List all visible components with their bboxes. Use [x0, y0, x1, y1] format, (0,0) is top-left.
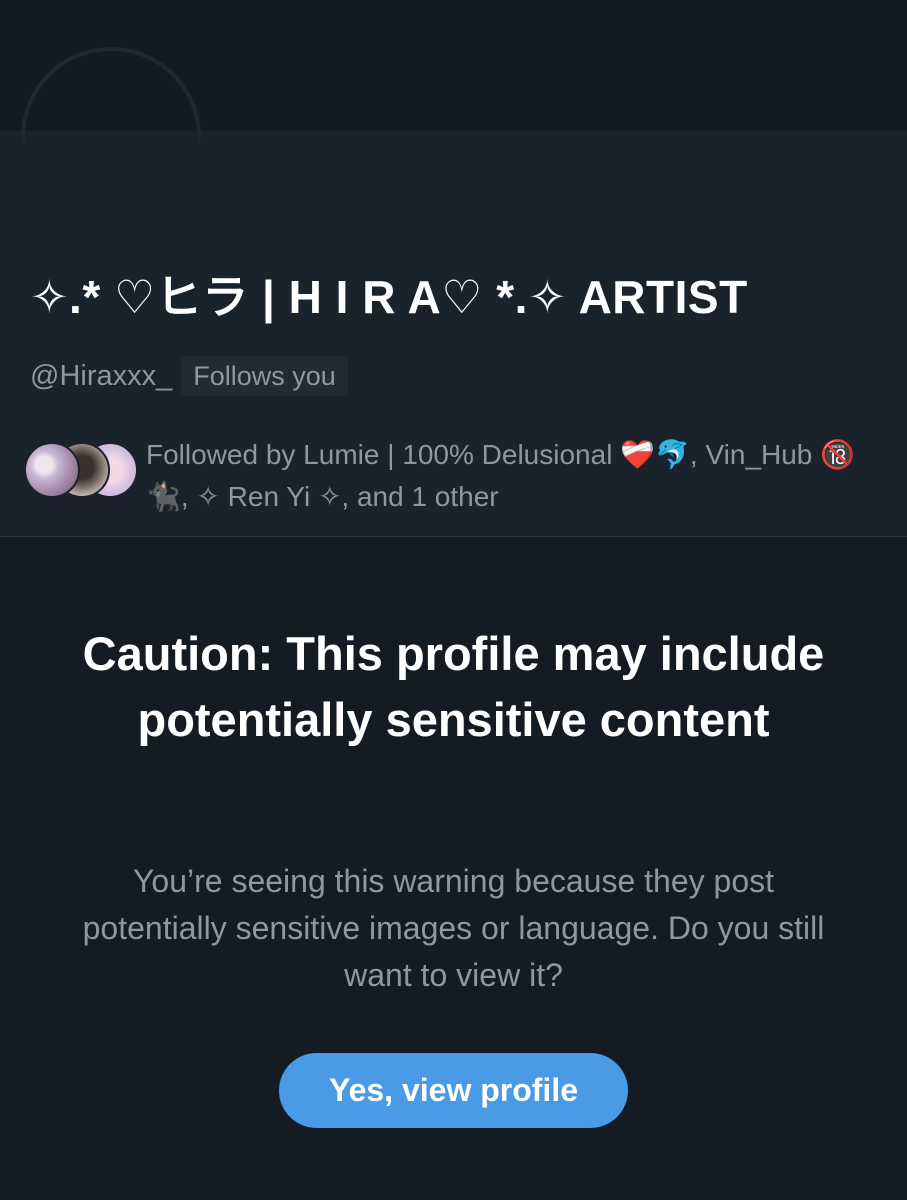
- view-profile-button[interactable]: Yes, view profile: [279, 1053, 628, 1128]
- profile-display-name: ✧.* ♡ヒラ | H I R A♡ *.✧ ARTIST: [30, 271, 748, 323]
- handle-row: @Hiraxxx_ Follows you: [30, 354, 348, 398]
- mutual-follower-avatar: [24, 442, 80, 498]
- profile-avatar[interactable]: [21, 47, 201, 143]
- mutual-followers-avatars[interactable]: [24, 442, 138, 500]
- followed-by-text[interactable]: Followed by Lumie | 100% Delusional ❤️‍🩹…: [146, 434, 891, 518]
- sensitive-warning-title: Caution: This profile may include potent…: [82, 627, 825, 746]
- follows-you-badge: Follows you: [181, 356, 348, 396]
- sensitive-warning-body: You’re seeing this warning because they …: [82, 863, 825, 993]
- profile-handle: @Hiraxxx_: [30, 360, 173, 392]
